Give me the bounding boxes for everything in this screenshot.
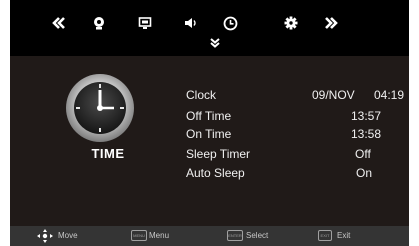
enter-key-icon: ENTER bbox=[227, 230, 243, 241]
clock-icon bbox=[223, 16, 237, 30]
setting-label: Off Time bbox=[186, 109, 232, 123]
setting-label: On Time bbox=[186, 127, 232, 141]
double-chevron-right-icon bbox=[325, 17, 338, 29]
speaker-icon bbox=[185, 18, 196, 28]
picture-icon bbox=[94, 17, 104, 30]
setting-row-clock[interactable]: Clock 09/NOV 04:19 bbox=[186, 88, 406, 106]
chevron-down-icon[interactable] bbox=[209, 37, 221, 49]
exit-key-icon: EXIT bbox=[318, 230, 332, 241]
display-icon bbox=[138, 17, 152, 29]
tab-time[interactable] bbox=[219, 12, 241, 34]
menu-hint-label: Menu bbox=[149, 231, 170, 240]
setting-label: Clock bbox=[186, 88, 217, 102]
setting-row-off-time[interactable]: Off Time 13:57 bbox=[186, 109, 406, 127]
menu-tab-bar bbox=[10, 0, 409, 56]
setting-value: On bbox=[356, 166, 373, 180]
tv-menu-screen: TIME Clock 09/NOV 04:19 Off Time 13:57 O… bbox=[10, 0, 409, 246]
clock-date-value: 09/NOV bbox=[312, 88, 355, 102]
time-clock-icon bbox=[66, 74, 134, 142]
exit-hint-label: Exit bbox=[337, 231, 351, 240]
menu-key-icon: MENU bbox=[131, 230, 147, 241]
double-chevron-left-icon bbox=[52, 17, 65, 29]
setting-label: Sleep Timer bbox=[186, 147, 251, 161]
tab-back[interactable] bbox=[48, 12, 70, 34]
setting-value: 13:57 bbox=[351, 109, 382, 123]
setting-label: Auto Sleep bbox=[186, 166, 245, 180]
move-hint-label: Move bbox=[58, 231, 78, 240]
setting-value: 13:58 bbox=[351, 127, 382, 141]
setting-value: Off bbox=[355, 147, 371, 161]
tab-sound[interactable] bbox=[180, 12, 202, 34]
key-hint-bar: Move MENU Menu ENTER Select EXIT Exit bbox=[10, 226, 409, 246]
tab-picture[interactable] bbox=[88, 12, 110, 34]
tab-setup[interactable] bbox=[280, 12, 302, 34]
setting-row-sleep-timer[interactable]: Sleep Timer Off bbox=[186, 147, 406, 165]
page-title: TIME bbox=[91, 146, 125, 161]
tab-forward[interactable] bbox=[320, 12, 342, 34]
gear-icon bbox=[284, 16, 298, 30]
setting-row-auto-sleep[interactable]: Auto Sleep On bbox=[186, 166, 406, 184]
tab-display[interactable] bbox=[134, 12, 156, 34]
setting-row-on-time[interactable]: On Time 13:58 bbox=[186, 127, 406, 145]
clock-time-value: 04:19 bbox=[374, 88, 405, 102]
select-hint-label: Select bbox=[246, 231, 269, 240]
dpad-move-icon bbox=[37, 229, 53, 243]
